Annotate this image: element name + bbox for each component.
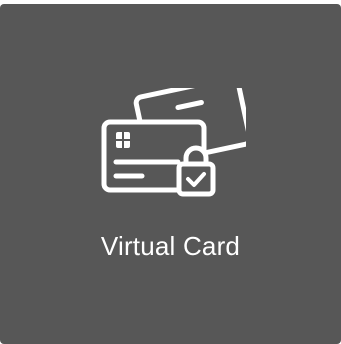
virtual-card-lock-icon <box>96 88 246 208</box>
virtual-card-tile[interactable]: Virtual Card <box>0 4 341 344</box>
tile-label: Virtual Card <box>100 231 241 261</box>
